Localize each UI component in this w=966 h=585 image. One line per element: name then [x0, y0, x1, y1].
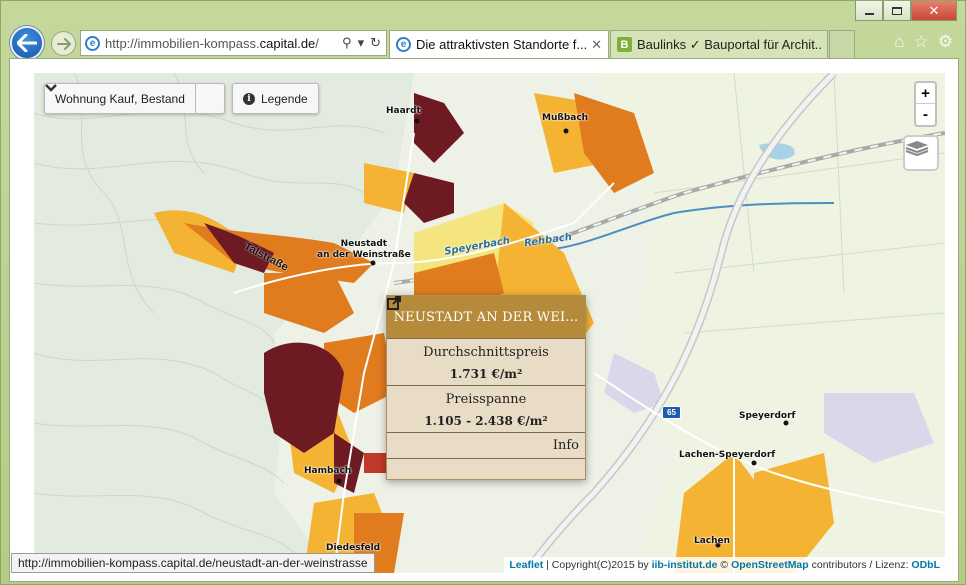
zoom-in-button[interactable]: + — [916, 83, 935, 104]
address-url[interactable]: http://immobilien-kompass.capital.de/ — [105, 36, 335, 51]
popup-average-label: Durchschnittspreis — [423, 345, 549, 360]
layer-select[interactable]: Wohnung Kauf, Bestand — [44, 83, 225, 114]
url-host: capital.de — [259, 35, 316, 51]
new-tab-button[interactable] — [829, 30, 855, 58]
popup-range-label: Preisspanne — [445, 392, 527, 407]
forward-button[interactable] — [51, 31, 76, 56]
search-icon[interactable]: ⚲ — [342, 35, 352, 51]
popup-info-link[interactable]: Info — [387, 296, 585, 458]
place-label-neustadt-line2: an der Weinstraße — [317, 250, 411, 260]
dropdown-arrow-icon[interactable]: ▾ — [358, 35, 365, 51]
external-link-icon — [387, 296, 401, 310]
tab-ie-favicon-icon: e — [396, 37, 411, 52]
popup-average-value: 1.731 €/m² — [449, 367, 523, 381]
odbl-link[interactable]: ODbL — [911, 559, 940, 571]
address-bar[interactable]: e http://immobilien-kompass.capital.de/ … — [80, 30, 387, 56]
settings-gear-icon[interactable]: ⚙ — [938, 32, 953, 52]
place-label-lachen-speyerdorf: Lachen-Speyerdorf — [679, 450, 776, 460]
highway-shield: 65 — [662, 406, 681, 419]
url-suffix: / — [315, 35, 319, 51]
place-label-neustadt: Neustadt an der Weinstraße — [317, 239, 411, 261]
minimize-button[interactable] — [855, 1, 883, 21]
place-label-diedesfeld: Diedesfeld — [326, 543, 381, 553]
favorites-star-icon[interactable]: ☆ — [914, 32, 929, 52]
back-button[interactable] — [10, 26, 44, 60]
place-label-haardt: Haardt — [386, 106, 421, 116]
page-viewport: Haardt Mußbach Neustadt an der Weinstraß… — [9, 58, 959, 582]
window-caption-buttons: ✕ — [855, 1, 957, 21]
tab-baulinks-label: Baulinks ✓ Bauportal für Archit... — [637, 36, 821, 52]
place-label-mussbach: Mußbach — [542, 113, 589, 123]
layer-select-toggle[interactable] — [45, 84, 224, 113]
browser-toolbar-icons: ⌂ ☆ ⚙ — [894, 32, 953, 52]
region-popup: NEUSTADT AN DER WEI... Durchschnittsprei… — [386, 295, 586, 480]
layer-select-label: Wohnung Kauf, Bestand — [55, 91, 185, 106]
maximize-button[interactable] — [883, 1, 911, 21]
baulinks-favicon-icon: B — [617, 37, 632, 52]
address-bar-icons: ⚲ ▾ ↻ — [342, 35, 386, 51]
attribution-license: contributors / Lizenz: — [808, 559, 912, 571]
home-icon[interactable]: ⌂ — [894, 32, 904, 52]
map[interactable]: Haardt Mußbach Neustadt an der Weinstraß… — [34, 73, 945, 573]
back-arrow-icon — [17, 34, 37, 52]
forward-arrow-icon — [56, 37, 71, 50]
popup-divider — [387, 458, 585, 459]
info-icon: i — [243, 92, 255, 105]
refresh-icon[interactable]: ↻ — [370, 35, 381, 51]
place-label-speyerdorf: Speyerdorf — [739, 411, 796, 421]
status-bar-url: http://immobilien-kompass.capital.de/neu… — [11, 553, 375, 573]
legend-button-label: Legende — [261, 91, 308, 106]
tab-close-icon[interactable]: ✕ — [587, 37, 602, 53]
close-window-button[interactable]: ✕ — [911, 1, 957, 21]
layers-icon — [905, 141, 929, 157]
tab-baulinks[interactable]: B Baulinks ✓ Bauportal für Archit... — [610, 30, 828, 58]
tab-active-label: Die attraktivsten Standorte f... — [416, 37, 588, 52]
zoom-out-button[interactable]: - — [916, 104, 935, 125]
layers-control-button[interactable] — [903, 135, 939, 171]
minimize-icon — [864, 12, 874, 15]
popup-price-range: Preisspanne 1.105 - 2.438 €/m² — [387, 385, 585, 432]
iib-link[interactable]: iib-institut.de — [652, 559, 718, 571]
map-attribution: Leaflet | Copyright(C)2015 by iib-instit… — [504, 557, 945, 573]
maximize-icon — [892, 6, 902, 15]
popup-average-price: Durchschnittspreis 1.731 €/m² — [387, 338, 585, 385]
attribution-copyright: | Copyright(C)2015 by — [543, 559, 652, 571]
ie-favicon-icon: e — [85, 35, 100, 51]
place-label-hambach: Hambach — [304, 466, 352, 476]
popup-title: NEUSTADT AN DER WEI... — [387, 296, 585, 338]
popup-range-value: 1.105 - 2.438 €/m² — [424, 414, 548, 428]
zoom-control: + - — [914, 81, 937, 127]
popup-info-label: Info — [552, 438, 579, 453]
url-prefix: http://immobilien-kompass. — [105, 35, 260, 51]
chevron-down-icon — [45, 84, 57, 92]
legend-button[interactable]: i Legende — [232, 83, 319, 114]
place-label-lachen: Lachen — [694, 536, 731, 546]
browser-window: ✕ e http://immobilien-kompass.capital.de… — [0, 0, 966, 585]
osm-link[interactable]: OpenStreetMap — [731, 559, 809, 571]
tab-active[interactable]: e Die attraktivsten Standorte f... ✕ — [389, 30, 609, 58]
place-label-neustadt-line1: Neustadt — [340, 239, 388, 249]
attribution-copy-sign: © — [717, 559, 732, 571]
close-icon: ✕ — [928, 2, 940, 18]
leaflet-link[interactable]: Leaflet — [509, 559, 543, 571]
